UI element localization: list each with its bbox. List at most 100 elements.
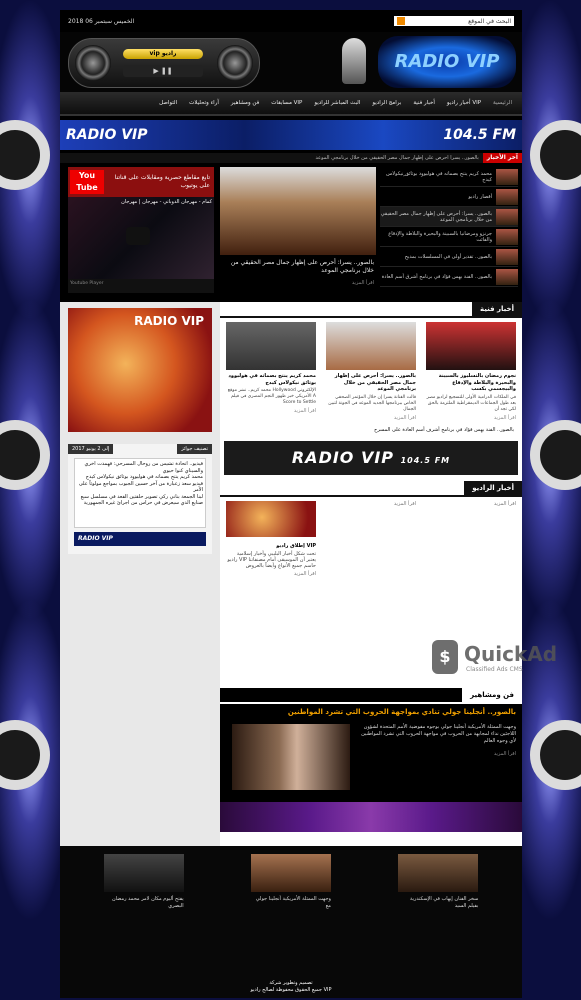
news-card[interactable]: نجوم رمضان بالتسليوز بالسبينة والبحيرة و…	[426, 322, 516, 421]
site-logo[interactable]: RADIO VIP	[378, 36, 516, 88]
read-more-link[interactable]: اقرأ المزيد	[326, 415, 416, 421]
footer: سخر الفنان إيهاب في الإسكندرية بفيلم الس…	[60, 846, 522, 998]
fame-header: فن ومشاهير	[220, 688, 522, 704]
list-item-title[interactable]: محمد كريم ينتج بصماته في هوليوود بوثائق …	[380, 171, 494, 183]
card-image[interactable]	[250, 854, 331, 892]
card-title[interactable]: نجوم رمضان بالتسليوز بالسبينة والبحيرة و…	[426, 373, 516, 393]
youtube-logo[interactable]: You Tube	[70, 170, 104, 194]
radio-vip-banner[interactable]: RADIO VIP 104.5 FM	[224, 440, 518, 475]
list-item[interactable]: فيديو.. اتحادة تشيس من روحال المسرحي: فه…	[77, 461, 203, 474]
quickad-watermark: $ QuickAd Classified Ads CMS	[432, 640, 572, 680]
fame-title[interactable]: بالصور.. أنجلينا جولي تنادي بمواجهة الحر…	[220, 704, 522, 720]
list-item-title[interactable]: بالصور.. تقدير أولى في المسلسلات بمديح	[380, 254, 494, 260]
read-more-link[interactable]: اقرأ المزيد	[226, 408, 316, 414]
nav-item-home[interactable]: الرئيسية	[487, 100, 518, 106]
card-title[interactable]: وجهت الممثلة الأمريكية أنجلينا جولي مع	[251, 896, 331, 909]
read-more-link[interactable]: اقرأ المزيد	[226, 571, 316, 577]
card-title[interactable]: محمد كريم ينتج بصماته في هوليوود بوثائق …	[226, 373, 316, 386]
top-banner[interactable]: RADIO VIP 104.5 FM	[60, 120, 522, 150]
list-item[interactable]: لبنا الجمعة بناني ركي تصوير حلقتين الفعد…	[77, 494, 203, 507]
list-item-title[interactable]: جرنزو ومرضانيا بالسبينة والبحيرة والبلاط…	[380, 231, 494, 243]
radio-vip-image[interactable]: RADIO VIP	[68, 308, 212, 432]
featured-more[interactable]: اقرأ المزيد	[220, 279, 376, 291]
nav-item-live[interactable]: البث المباشر للراديو	[308, 100, 366, 106]
news-card[interactable]: محمد كريم ينتج بصماته في هوليوود بوثائق …	[226, 322, 316, 421]
card-title[interactable]: بالصور.. يسرا: أحرص على إظهار جمال مصر ا…	[326, 373, 416, 393]
rss-icon[interactable]	[397, 17, 405, 25]
play-icon[interactable]	[126, 227, 150, 245]
nav-item-opinions[interactable]: آراء وتحليلات	[183, 100, 225, 106]
read-more-link[interactable]: اقرأ المزيد	[356, 751, 516, 758]
section-title[interactable]: أخبار فنية	[472, 302, 522, 316]
video-title[interactable]: كمام - مهرجان الدوباتي - مهرجان | مهرجان	[70, 199, 212, 205]
read-more-link[interactable]: اقرأ المزيد	[426, 415, 516, 421]
banner-freq-text: 104.5 FM	[400, 455, 451, 465]
tab-category[interactable]: تصنيف جوائز	[177, 444, 212, 454]
read-more-link[interactable]: اقرأ المزيد	[394, 501, 416, 507]
thumbnail[interactable]	[496, 208, 518, 225]
card-image[interactable]	[398, 854, 479, 892]
nav-item-programs[interactable]: برامج الراديو	[366, 100, 407, 106]
news-card[interactable]: بالصور.. يسرا: أحرص على إظهار جمال مصر ا…	[326, 322, 416, 421]
nav-item-contests[interactable]: مسابقات VIP	[265, 100, 308, 106]
thumbnail[interactable]	[496, 228, 518, 245]
card-title[interactable]: سخر الفنان إيهاب في الإسكندرية بفيلم الس…	[398, 896, 478, 909]
top-section: You Tube تابع مقاطع حصرية ومقابلات على ق…	[60, 163, 522, 303]
thumbnail[interactable]	[496, 168, 518, 185]
list-item-title[interactable]: أقصار راديو	[380, 194, 494, 200]
radio-news-col: اقرأ المزيد	[326, 501, 416, 577]
featured-story[interactable]: بالصور.. يسرا: أحرص على إظهار جمال مصر ا…	[220, 167, 376, 297]
card-title[interactable]: يفتح أليوم مكان لامر محمد رمضان البصري	[104, 896, 184, 909]
card-image[interactable]	[326, 322, 416, 370]
party-banner[interactable]	[220, 802, 522, 832]
list-item[interactable]: بالصور.. تقدير أولى في المسلسلات بمديح	[380, 247, 518, 267]
ticker-label: آخر الأخبار	[482, 153, 522, 163]
widget-footer-logo: RADIO VIP	[74, 532, 206, 546]
list-item[interactable]: بالصور.. يسرا: أحرص على إظهار جمال مصر ا…	[380, 207, 518, 227]
radio-news-image[interactable]	[226, 500, 316, 537]
nav-item-art-news[interactable]: أخبار فنية	[407, 100, 441, 106]
list-item[interactable]: بالصور.. الفنة بهس فؤاد في برنامج أشرق أ…	[380, 267, 518, 287]
microphone-icon	[342, 38, 366, 84]
thumbnail[interactable]	[496, 268, 518, 285]
card-excerpt: قالت الفنانة يسرا إن خلال المؤتمر الصحفي…	[328, 394, 416, 412]
nav-item-radio-news[interactable]: أخبار راديو VIP	[441, 100, 487, 106]
list-item-title[interactable]: بالصور.. يسرا: أحرص على إظهار جمال مصر ا…	[380, 211, 494, 223]
main-section: RADIO VIP 2017 إلى 2 يونيو تصنيف جوائز ف…	[60, 302, 522, 846]
card-title[interactable]: إطلاق راديو VIP	[226, 543, 316, 549]
section-title[interactable]: أخبار الراديو	[464, 480, 522, 495]
card-image[interactable]	[226, 322, 316, 370]
list-item[interactable]: محمد كريم ينتج بصماته في هوليوود بوثائق …	[77, 474, 203, 481]
radio-vip-text: RADIO VIP	[134, 314, 204, 328]
card-image[interactable]	[103, 854, 184, 892]
footer-card[interactable]: يفتح أليوم مكان لامر محمد رمضان البصري	[103, 854, 184, 909]
featured-image[interactable]	[220, 167, 376, 255]
card-image[interactable]	[426, 322, 516, 370]
thumbnail[interactable]	[496, 248, 518, 265]
player-controls[interactable]: ▶ ❚❚	[123, 65, 203, 77]
section-title[interactable]: فن ومشاهير	[462, 688, 522, 702]
copyright: تصميم وتطوير شركة جميع الحقوق محفوظة لصا…	[60, 980, 522, 994]
nav-item-fame[interactable]: فن ومشاهير	[225, 100, 265, 106]
list-item[interactable]: فيديو سعد زعبارة من آخر حسين الجبوب بموا…	[77, 481, 203, 494]
radio-news-col: اقرأ المزيد	[426, 501, 516, 577]
bullet-news-link[interactable]: بالصور.. الفنة بهس فؤاد في برنامج أشرف أ…	[220, 425, 522, 435]
list-item[interactable]: جرنزو ومرضانيا بالسبينة والبحيرة والبلاط…	[380, 227, 518, 247]
tab-date[interactable]: 2017 إلى 2 يونيو	[68, 444, 114, 454]
search-input[interactable]: البحث في الموقع	[394, 16, 514, 26]
radio-player[interactable]: vip راديو ▶ ❚❚	[68, 38, 260, 88]
footer-card[interactable]: وجهت الممثلة الأمريكية أنجلينا جولي مع	[250, 854, 331, 909]
read-more-link[interactable]: اقرأ المزيد	[494, 501, 516, 507]
list-item-title[interactable]: بالصور.. الفنة بهس فؤاد في برنامج أشرق أ…	[380, 274, 494, 280]
radio-news-header: أخبار الراديو	[220, 480, 522, 497]
ticker-text[interactable]: بالصور.. يسرا أحرص على إظهار جمال مصر ال…	[60, 155, 483, 161]
list-item[interactable]: أقصار راديو	[380, 187, 518, 207]
youtube-video[interactable]: كمام - مهرجان الدوباتي - مهرجان | مهرجان	[68, 197, 214, 279]
fame-image[interactable]	[232, 724, 350, 790]
thumbnail[interactable]	[496, 188, 518, 205]
nav-item-contact[interactable]: التواصل	[153, 100, 183, 106]
list-item[interactable]: محمد كريم ينتج بصماته في هوليوود بوثائق …	[380, 167, 518, 187]
featured-title[interactable]: بالصور.. يسرا: أحرص على إظهار جمال مصر ا…	[220, 255, 376, 279]
footer-card[interactable]: سخر الفنان إيهاب في الإسكندرية بفيلم الس…	[398, 854, 479, 909]
art-news-cards: نجوم رمضان بالتسليوز بالسبينة والبحيرة و…	[220, 318, 522, 425]
